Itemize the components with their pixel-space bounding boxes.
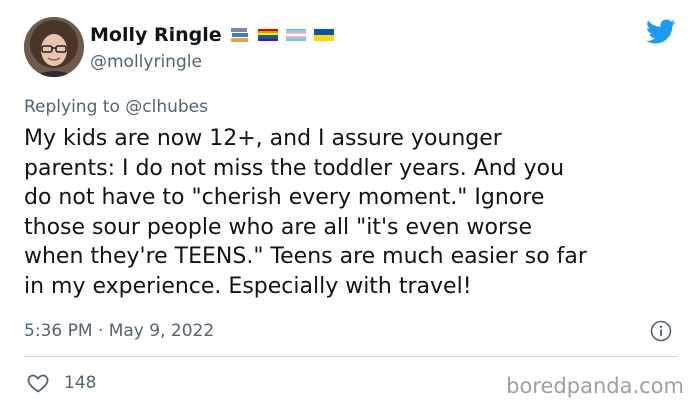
transgender-flag-emoji-icon <box>285 27 306 43</box>
watermark: boredpanda.com <box>506 374 684 398</box>
ukraine-flag-emoji-icon <box>313 27 334 43</box>
rainbow-flag-emoji-icon <box>257 27 278 43</box>
divider <box>24 356 678 357</box>
tweet-text: My kids are now 12+, and I assure younge… <box>24 126 587 299</box>
like-action[interactable]: 148 <box>26 371 96 395</box>
author-handle[interactable]: @mollyringle <box>90 51 202 73</box>
books-emoji-icon <box>230 27 250 43</box>
author-name-row: Molly Ringle <box>90 23 334 47</box>
avatar-photo <box>24 17 84 77</box>
tweet-timestamp[interactable]: 5:36 PM · May 9, 2022 <box>24 319 214 343</box>
heart-icon[interactable] <box>26 371 50 395</box>
twitter-bird-icon[interactable] <box>646 19 676 45</box>
avatar[interactable] <box>24 17 84 77</box>
info-icon[interactable] <box>650 320 672 342</box>
replying-to-label: Replying to @clhubes <box>24 97 208 117</box>
like-count: 148 <box>64 373 97 393</box>
author-name[interactable]: Molly Ringle <box>90 23 222 47</box>
